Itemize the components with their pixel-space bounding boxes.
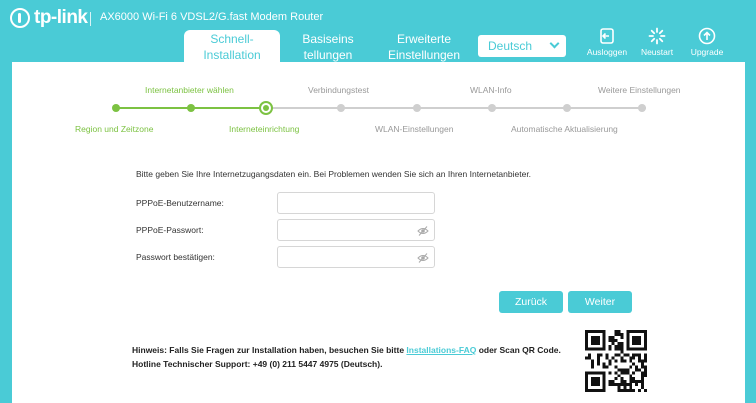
tab-advanced-settings-line2: Einstellungen (387, 48, 461, 62)
step-dot (112, 104, 120, 112)
header-divider (90, 12, 91, 26)
username-field[interactable] (277, 192, 435, 214)
logout-label: Ausloggen (586, 47, 628, 57)
back-button[interactable]: Zurück (499, 291, 563, 313)
eye-off-icon[interactable] (417, 252, 429, 264)
step-dot (638, 104, 646, 112)
confirm-password-label: Passwort bestätigen: (136, 252, 215, 262)
logout-icon (600, 28, 614, 44)
password-field[interactable] (277, 219, 435, 241)
installation-faq-link[interactable]: Installations-FAQ (406, 345, 476, 355)
upgrade-icon (698, 27, 716, 45)
hint-line: Hinweis: Falls Sie Fragen zur Installati… (132, 343, 561, 357)
tab-advanced-settings[interactable]: Erweiterte Einstellungen (382, 30, 466, 62)
step-label-more-settings: Weitere Einstellungen (598, 85, 681, 95)
step-dot (562, 104, 571, 112)
tp-link-logo: tp-link (10, 7, 88, 29)
step-label-connection-test: Verbindungstest (308, 85, 369, 95)
tab-basic-settings-line2: tellungen (303, 48, 353, 62)
upgrade-label: Upgrade (690, 47, 724, 57)
reboot-label: Neustart (640, 47, 674, 57)
model-name: AX6000 Wi-Fi 6 VDSL2/G.fast Modem Router (100, 11, 324, 23)
tab-basic-settings[interactable]: Basiseins tellungen (292, 30, 364, 62)
top-header: tp-link AX6000 Wi-Fi 6 VDSL2/G.fast Mode… (0, 0, 756, 62)
step-label-auto-update: Automatische Aktualisierung (511, 124, 618, 134)
language-select[interactable]: Deutsch (478, 35, 566, 57)
step-label-isp: Internetanbieter wählen (145, 85, 234, 95)
step-label-wlan-settings: WLAN-Einstellungen (375, 124, 454, 134)
logo-text: tp-link (34, 7, 88, 28)
tab-basic-settings-line1: Basiseins (302, 32, 354, 46)
tab-quick-setup[interactable]: Schnell- Installation (184, 30, 280, 62)
logo-icon (10, 8, 30, 28)
main-panel: Internetanbieter wählen Verbindungstest … (12, 62, 745, 403)
upgrade-button[interactable]: Upgrade (677, 27, 737, 57)
form-intro: Bitte geben Sie Ihre Internetzugangsdate… (136, 169, 532, 179)
reboot-icon (648, 27, 666, 45)
step-dot (187, 104, 196, 112)
confirm-password-field[interactable] (277, 246, 435, 268)
hint-text: Hinweis: Falls Sie Fragen zur Installati… (132, 343, 561, 371)
language-selected: Deutsch (488, 39, 533, 53)
hotline-text: Hotline Technischer Support: +49 (0) 211… (132, 359, 383, 369)
password-label: PPPoE-Passwort: (136, 225, 204, 235)
step-dot (487, 104, 496, 112)
tab-advanced-settings-line1: Erweiterte (396, 32, 452, 46)
chevron-down-icon (549, 38, 560, 49)
hint-suffix: oder Scan QR Code. (476, 345, 561, 355)
step-dot (412, 104, 421, 112)
eye-off-icon[interactable] (417, 225, 429, 237)
step-label-internet-setup: Interneteinrichtung (229, 124, 300, 134)
username-label: PPPoE-Benutzername: (136, 198, 224, 208)
qr-code-image (585, 330, 647, 392)
step-dot (259, 101, 274, 115)
step-label-region: Region und Zeitzone (75, 124, 154, 134)
step-dot (337, 104, 346, 112)
tab-quick-setup-line1: Schnell- (210, 32, 254, 46)
hint-prefix: Hinweis: Falls Sie Fragen zur Installati… (132, 345, 407, 355)
next-button[interactable]: Weiter (568, 291, 632, 313)
step-label-wlan-info: WLAN-Info (470, 85, 512, 95)
tab-quick-setup-line2: Installation (203, 48, 261, 62)
